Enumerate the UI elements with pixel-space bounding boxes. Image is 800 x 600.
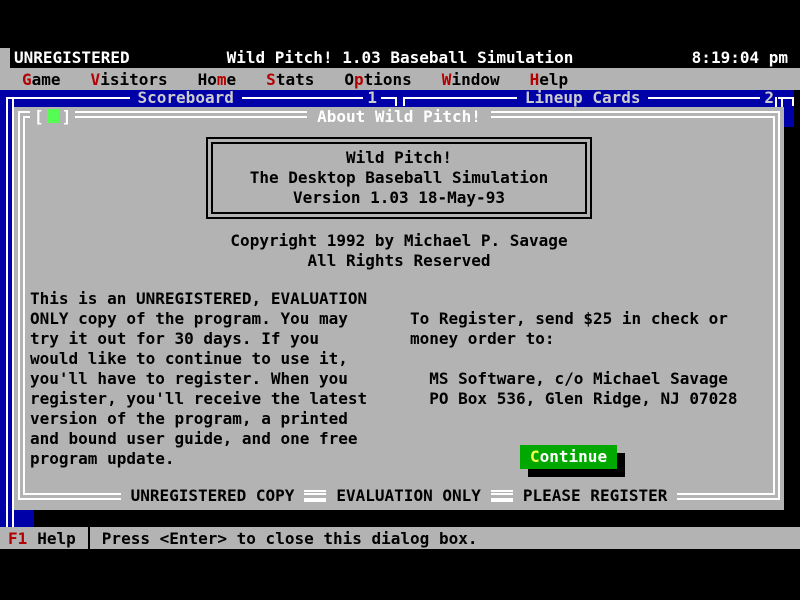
menu-item-home[interactable]: Home xyxy=(198,70,237,89)
app-title: Wild Pitch! 1.03 Baseball Simulation xyxy=(0,48,800,68)
f1-help-label[interactable]: Help xyxy=(37,529,76,548)
register-info-line: money order to: xyxy=(410,329,738,349)
dialog-title-row: About Wild Pitch! xyxy=(14,107,784,125)
program-name: Wild Pitch! xyxy=(219,148,579,168)
menu-label: e xyxy=(227,70,237,89)
menu-hotkey: W xyxy=(442,70,452,89)
register-info-line xyxy=(410,349,738,369)
window-border-line xyxy=(8,97,130,99)
window-caption-row: Scoreboard 1 Lineup Cards 2 xyxy=(0,90,800,106)
copyright-block: Copyright 1992 by Michael P. Savage All … xyxy=(14,231,784,271)
window-number: 1 xyxy=(363,90,381,106)
license-text-line: program update. xyxy=(30,449,367,469)
license-text-line: ONLY copy of the program. You may xyxy=(30,309,367,329)
license-text-line: This is an UNREGISTERED, EVALUATION xyxy=(30,289,367,309)
title-bar: UNREGISTERED Wild Pitch! 1.03 Baseball S… xyxy=(0,48,800,68)
menu-hotkey: p xyxy=(354,70,364,89)
program-version: Version 1.03 18-May-93 xyxy=(219,188,579,208)
menu-item-visitors[interactable]: Visitors xyxy=(91,70,168,89)
window-border-line xyxy=(381,97,395,99)
footer-phrase: UNREGISTERED COPY xyxy=(121,486,305,506)
menu-item-help[interactable]: Help xyxy=(530,70,569,89)
register-info-line: MS Software, c/o Michael Savage xyxy=(410,369,738,389)
menu-hotkey: H xyxy=(530,70,540,89)
menu-item-window[interactable]: Window xyxy=(442,70,500,89)
register-info-line: PO Box 536, Glen Ridge, NJ 07028 xyxy=(410,389,738,409)
continue-button[interactable]: Continue xyxy=(520,445,617,469)
menu-label: tions xyxy=(364,70,412,89)
license-text-line: version of the program, a printed xyxy=(30,409,367,429)
window-border-line xyxy=(242,97,364,99)
status-bar: F1 Help Press <Enter> to close this dial… xyxy=(0,527,800,549)
menu-hotkey: G xyxy=(22,70,32,89)
copyright-line: Copyright 1992 by Michael P. Savage xyxy=(14,231,784,251)
about-dialog: About Wild Pitch! [ ] Wild Pitch! The De… xyxy=(14,107,784,510)
footer-border-segment xyxy=(304,490,326,502)
license-text-line: try it out for 30 days. If you xyxy=(30,329,367,349)
menu-label: Ho xyxy=(198,70,217,89)
menu-bar: Game Visitors Home Stats Options Window … xyxy=(0,68,800,90)
register-info-line: To Register, send $25 in check or xyxy=(410,309,738,329)
footer-border-segment xyxy=(491,490,513,502)
window-border-corner xyxy=(395,97,397,106)
menu-hotkey: S xyxy=(266,70,276,89)
menu-label: O xyxy=(344,70,354,89)
screen-edge xyxy=(794,90,800,127)
dialog-footer: UNREGISTERED COPY EVALUATION ONLY PLEASE… xyxy=(44,486,754,506)
menu-item-stats[interactable]: Stats xyxy=(266,70,314,89)
register-info-block: To Register, send $25 in check or money … xyxy=(410,309,738,409)
program-subtitle: The Desktop Baseball Simulation xyxy=(219,168,579,188)
continue-button-label: ontinue xyxy=(540,447,607,466)
program-info-inner: Wild Pitch! The Desktop Baseball Simulat… xyxy=(211,142,587,214)
license-text-line: you'll have to register. When you xyxy=(30,369,367,389)
status-message: Press <Enter> to close this dialog box. xyxy=(102,529,478,548)
window-caption-scoreboard[interactable]: Scoreboard 1 xyxy=(6,90,397,106)
menu-item-options[interactable]: Options xyxy=(344,70,411,89)
clock: 8:19:04 pm xyxy=(692,48,788,68)
dialog-title: About Wild Pitch! xyxy=(307,108,491,126)
menu-hotkey: V xyxy=(91,70,101,89)
dos-screen: { "colors": { "desktop_blue": "#0000A8",… xyxy=(0,0,800,600)
menu-item-game[interactable]: Game xyxy=(22,70,61,89)
menu-label: tats xyxy=(276,70,315,89)
menu-label: isitors xyxy=(100,70,167,89)
license-text-line: and bound user guide, and one free xyxy=(30,429,367,449)
copyright-line: All Rights Reserved xyxy=(14,251,784,271)
close-bracket-left: [ xyxy=(34,107,44,126)
menu-label: ame xyxy=(32,70,61,89)
window-border-line xyxy=(6,97,8,527)
f1-key-label[interactable]: F1 xyxy=(8,529,27,548)
continue-button-hotkey: C xyxy=(530,447,540,466)
status-bar-divider xyxy=(88,527,90,549)
license-text-block: This is an UNREGISTERED, EVALUATION ONLY… xyxy=(30,289,367,469)
window-title: Scoreboard xyxy=(130,90,242,106)
menu-label: elp xyxy=(539,70,568,89)
close-bracket-right: ] xyxy=(62,107,72,126)
window-title: Lineup Cards xyxy=(517,90,649,106)
license-text-line: register, you'll receive the latest xyxy=(30,389,367,409)
close-box-icon xyxy=(47,109,59,123)
footer-phrase: EVALUATION ONLY xyxy=(326,486,491,506)
license-text-line: would like to continue to use it, xyxy=(30,349,367,369)
close-button[interactable]: [ ] xyxy=(30,107,75,125)
window-border-line xyxy=(648,97,760,99)
footer-phrase: PLEASE REGISTER xyxy=(513,486,678,506)
window-caption-lineup-cards[interactable]: Lineup Cards 2 xyxy=(403,90,794,106)
menu-hotkey: m xyxy=(217,70,227,89)
menu-label: indow xyxy=(451,70,499,89)
program-info-box: Wild Pitch! The Desktop Baseball Simulat… xyxy=(206,137,592,219)
window-border-line xyxy=(405,97,517,99)
